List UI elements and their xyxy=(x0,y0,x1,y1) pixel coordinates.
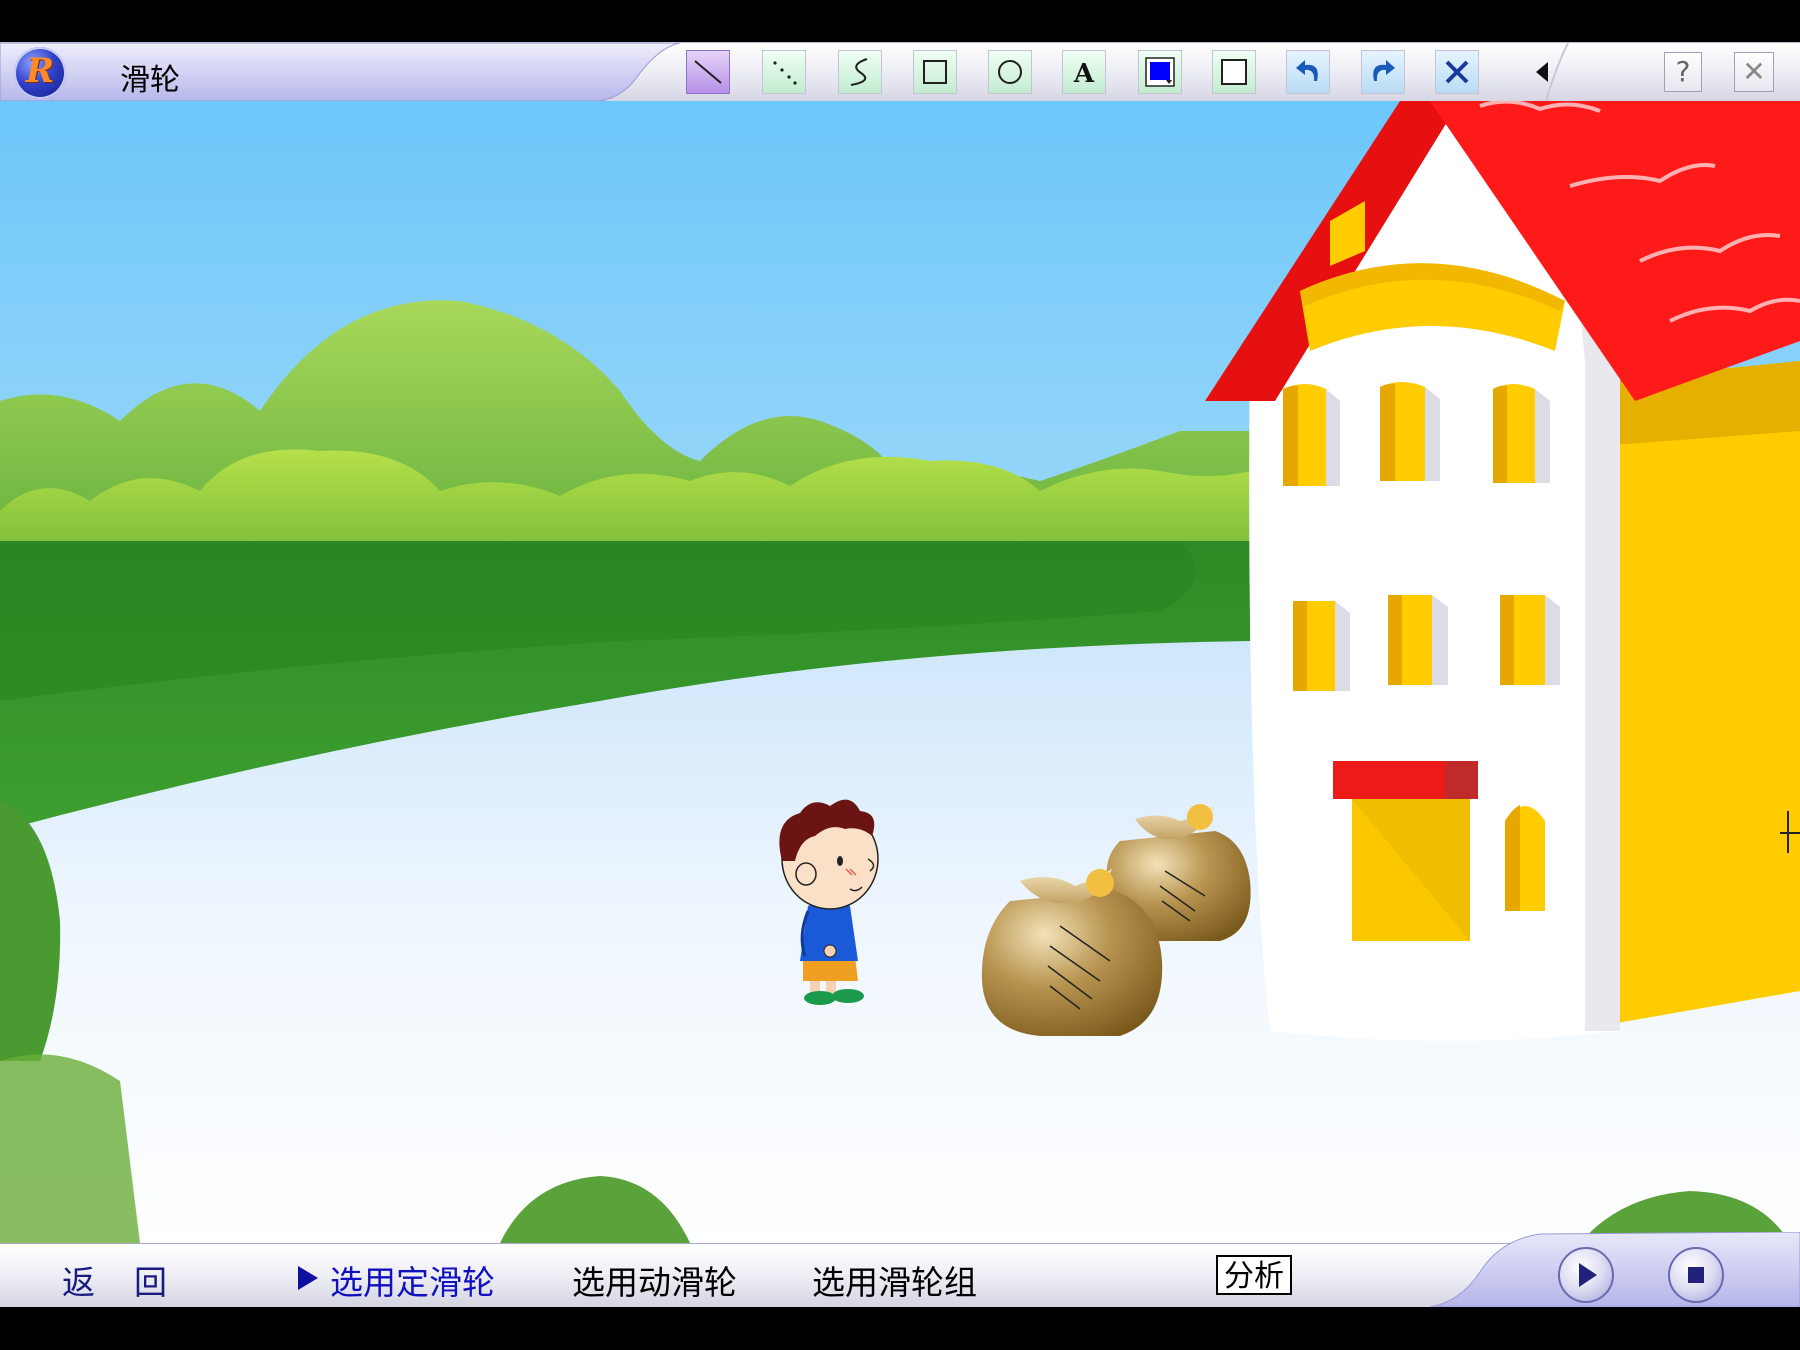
text-tool-button[interactable]: A xyxy=(1062,50,1106,94)
clear-button[interactable] xyxy=(1435,50,1479,94)
title-bar: R 滑轮 A ? ✕ xyxy=(0,42,1800,102)
play-icon xyxy=(1579,1263,1597,1287)
stop-button[interactable] xyxy=(1668,1247,1724,1303)
analyze-button[interactable]: 分析 xyxy=(1216,1255,1292,1295)
select-fixed-pulley-button[interactable]: 选用定滑轮 xyxy=(330,1256,495,1304)
house-windows-lower xyxy=(1293,595,1560,691)
rectangle-tool-button[interactable] xyxy=(913,50,957,94)
window-title: 滑轮 xyxy=(120,63,180,98)
select-pulley-block-button[interactable]: 选用滑轮组 xyxy=(812,1256,977,1304)
ellipse-tool-button[interactable] xyxy=(988,50,1032,94)
house-windows-upper xyxy=(1283,382,1550,486)
freehand-curve-icon xyxy=(850,58,868,86)
toolbar-separator xyxy=(1545,43,1569,101)
line-tool-button[interactable] xyxy=(686,50,730,94)
title-plate xyxy=(0,43,680,101)
fill-square-icon xyxy=(1221,59,1247,85)
navigation-bar: 返 回 选用定滑轮 选用动滑轮 选用滑轮组 分析 xyxy=(0,1232,1800,1307)
select-movable-pulley-button[interactable]: 选用动滑轮 xyxy=(572,1256,737,1304)
help-icon: ? xyxy=(1675,55,1691,88)
close-icon: ✕ xyxy=(1742,55,1766,88)
undo-button[interactable] xyxy=(1286,50,1330,94)
redo-button[interactable] xyxy=(1361,50,1405,94)
undo-icon xyxy=(1296,60,1318,81)
back-button-char-2[interactable]: 回 xyxy=(134,1256,167,1304)
scene-illustration xyxy=(0,101,1800,1243)
close-x-icon xyxy=(1445,60,1469,84)
line-color-tool-button[interactable] xyxy=(1138,50,1182,94)
fill-color-tool-button[interactable] xyxy=(1212,50,1256,94)
active-item-arrow-icon xyxy=(298,1266,318,1290)
square-icon xyxy=(923,60,947,84)
back-button-char-1[interactable]: 返 xyxy=(62,1256,95,1304)
animation-scene[interactable] xyxy=(0,101,1800,1243)
diagonal-line-icon xyxy=(694,60,722,84)
text-tool-label: A xyxy=(1073,59,1095,89)
text-a-icon: A xyxy=(1073,59,1095,89)
color-picker-icon xyxy=(1145,57,1175,87)
help-button[interactable]: ? xyxy=(1664,52,1702,92)
close-button[interactable]: ✕ xyxy=(1734,52,1774,92)
freehand-tool-button[interactable] xyxy=(838,50,882,94)
circle-icon xyxy=(998,60,1022,84)
play-button[interactable] xyxy=(1558,1247,1614,1303)
stop-icon xyxy=(1688,1267,1704,1283)
media-controls-plate xyxy=(1430,1232,1800,1307)
dotted-line-icon xyxy=(773,61,797,85)
dotted-line-tool-button[interactable] xyxy=(762,50,806,94)
redo-icon xyxy=(1373,60,1395,81)
app-logo-icon[interactable]: R xyxy=(14,47,66,99)
